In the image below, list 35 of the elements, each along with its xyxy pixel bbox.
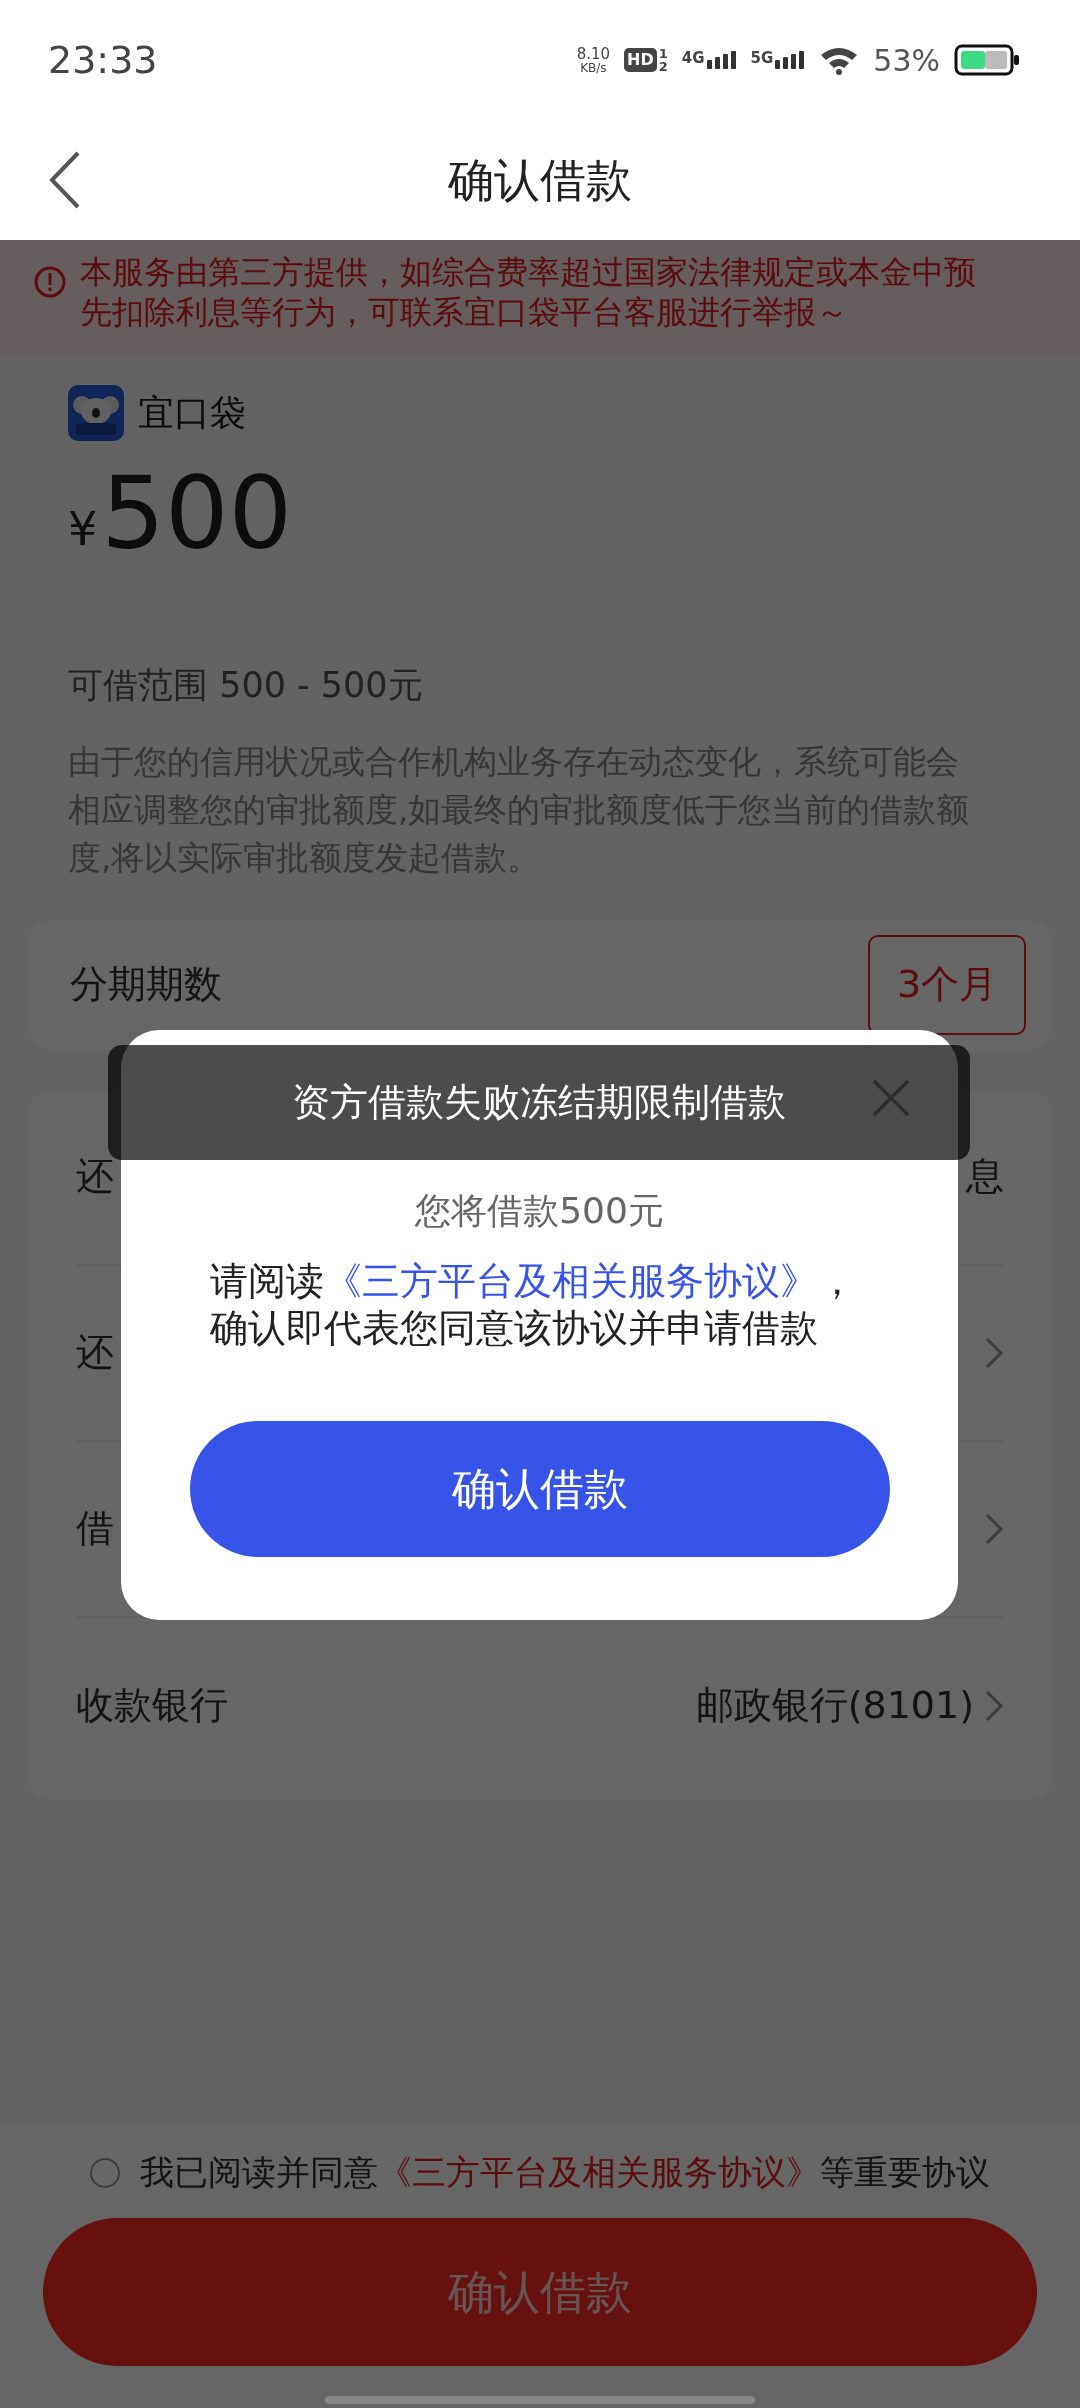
wifi-icon	[819, 45, 860, 75]
network-type: 4G	[681, 51, 705, 66]
signal-icon	[706, 51, 737, 69]
agreement-link[interactable]: 《三方平台及相关服务协议》	[323, 1259, 818, 1303]
detail-value: 邮政银行(8101)	[695, 1682, 974, 1729]
notice-text: 本服务由第三方提供，如综合费率超过国家法律规定或本金中预先扣除利息等行为，可联系宜口袋平台客服进行举报～	[80, 252, 977, 332]
loan-range: 可借范围 500 - 500元	[67, 664, 424, 707]
confirm-loan-button[interactable]: 确认借款	[43, 2218, 1037, 2366]
dialog-body: 请阅读《三方平台及相关服务协议》，确认即代表您同意该协议并申请借款	[209, 1258, 857, 1352]
hd-badge: HD	[624, 48, 657, 72]
status-time: 23:33	[48, 36, 158, 84]
detail-label: 收款银行	[76, 1682, 228, 1729]
network-speed: 8.10	[576, 46, 611, 62]
battery-percent: 53%	[873, 41, 940, 80]
detail-label: 借	[76, 1505, 114, 1552]
dialog-subtitle: 您将借款500元	[415, 1189, 664, 1233]
network-speed-unit: KB/s	[580, 61, 607, 74]
sim-number: 1	[658, 47, 668, 60]
signal-icon	[775, 51, 806, 69]
sim-number: 2	[658, 60, 668, 73]
currency-symbol: ¥	[68, 501, 98, 558]
toast-message: 资方借款失败冻结期限制借款	[108, 1045, 970, 1160]
agreement-checkbox[interactable]	[90, 2157, 120, 2188]
detail-label: 还	[76, 1329, 114, 1376]
battery-icon	[954, 44, 1020, 76]
agreement-link[interactable]: 《三方平台及相关服务协议》	[378, 2152, 820, 2192]
loan-amount: 500	[101, 459, 293, 569]
agreement-text: 我已阅读并同意《三方平台及相关服务协议》等重要协议	[140, 2151, 990, 2194]
dialog-confirm-button[interactable]: 确认借款	[189, 1421, 890, 1557]
lender-name: 宜口袋	[138, 391, 246, 435]
koala-logo-icon	[68, 385, 124, 441]
network-type: 5G	[750, 51, 774, 66]
term-label: 分期期数	[70, 961, 222, 1008]
page-title: 确认借款	[448, 151, 632, 209]
alert-icon	[34, 266, 66, 298]
